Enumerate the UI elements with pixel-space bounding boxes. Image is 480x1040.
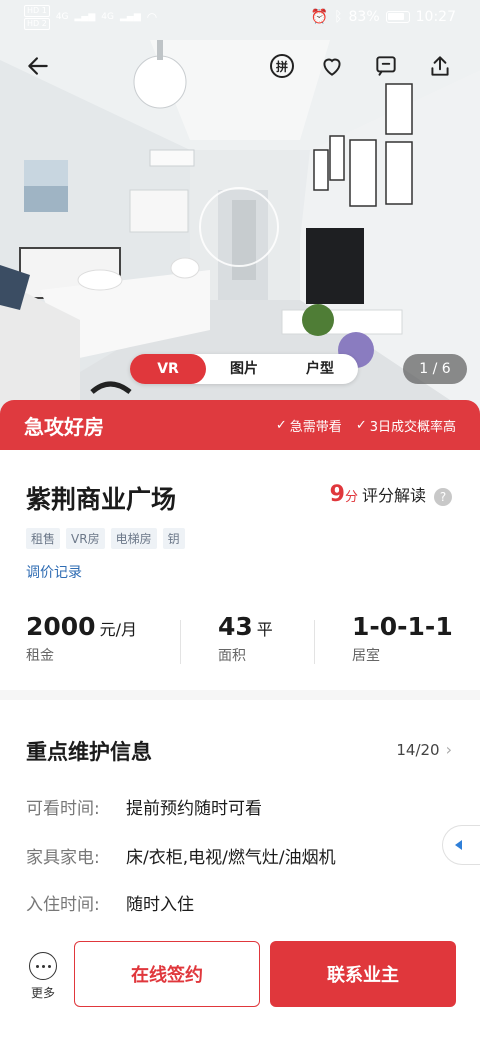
rent-label: 租金 [26, 648, 54, 664]
share-button[interactable] [420, 46, 460, 86]
clock: 10:27 [415, 9, 456, 25]
more-icon [29, 952, 57, 980]
score-interpretation[interactable]: 9 分 评分解读 ? [330, 482, 452, 507]
rent-value: 2000 [26, 612, 96, 641]
chevron-right-icon: › [445, 740, 452, 759]
layout-label: 居室 [352, 648, 380, 664]
more-button[interactable]: 更多 [24, 952, 62, 1001]
tab-vr[interactable]: VR [130, 354, 206, 384]
fact-rent: 2000 元/月 租金 [26, 612, 137, 665]
tag: 租售 [26, 528, 61, 549]
tag: VR房 [66, 528, 105, 549]
maintenance-pager[interactable]: 14/20 › [396, 740, 452, 759]
viewing-time-row: 可看时间: 提前预约随时可看 [26, 794, 262, 819]
arrow-left-icon [28, 57, 48, 75]
row-value: 床/衣柜,电视/燃气灶/油烟机 [126, 848, 336, 868]
tab-photos[interactable]: 图片 [206, 354, 282, 384]
row-value: 提前预约随时可看 [126, 799, 262, 819]
tag: 钥 [162, 528, 185, 549]
listing-tags: 租售 VR房 电梯房 钥 [26, 528, 185, 549]
media-tab-switcher: VR 图片 户型 [130, 354, 358, 384]
battery-icon [385, 11, 410, 23]
key-facts: 2000 元/月 租金 43 平 面积 1-0-1-1 居室 [0, 612, 480, 668]
sign-online-button[interactable]: 在线签约 [74, 941, 260, 1007]
area-value: 43 [218, 612, 253, 641]
furniture-row: 家具家电: 床/衣柜,电视/燃气灶/油烟机 [26, 843, 336, 868]
share-icon [431, 56, 449, 76]
side-panel-toggle[interactable] [442, 825, 480, 865]
row-key: 可看时间: [26, 799, 100, 819]
contact-owner-button[interactable]: 联系业主 [270, 941, 456, 1007]
pinyin-icon: 拼 [270, 54, 294, 78]
tag: 电梯房 [110, 528, 157, 549]
photo-counter: 1 / 6 [403, 354, 467, 384]
message-button[interactable] [366, 46, 406, 86]
rent-unit: 元/月 [99, 620, 137, 639]
score-label: 评分解读 [361, 486, 426, 505]
section-divider [0, 690, 480, 700]
listing-title: 紫荆商业广场 [26, 485, 177, 514]
urgent-title: 急攻好房 [24, 414, 104, 439]
tab-floorplan[interactable]: 户型 [282, 354, 358, 384]
listing-photo[interactable]: HD 1 HD 2 4G ▂▄▆ 4G ▂▄▆ ◠ ⏰ ᛒ 83% 10:27 … [0, 0, 480, 420]
network2-label: 4G [101, 12, 114, 22]
help-icon[interactable]: ? [434, 488, 452, 506]
score-unit: 分 [344, 490, 358, 505]
check-icon: ✓ [355, 417, 367, 433]
wifi-icon: ◠ [146, 10, 158, 24]
signal-icon: ▂▄▆ [74, 12, 96, 22]
score-value: 9 [329, 482, 345, 507]
urgent-tag-label: 3日成交概率高 [369, 419, 456, 435]
vr-view-ring-icon[interactable] [199, 187, 279, 267]
back-button[interactable] [18, 46, 58, 86]
chat-icon [376, 56, 396, 76]
alarm-icon: ⏰ [310, 9, 329, 25]
signal-icon: ▂▄▆ [119, 12, 141, 22]
bottom-action-bar: 更多 在线签约 联系业主 [0, 930, 480, 1040]
row-key: 入住时间: [26, 895, 100, 915]
price-history-link[interactable]: 调价记录 [26, 562, 82, 582]
bluetooth-icon: ᛒ [334, 9, 343, 25]
urgent-tag: ✓ 3日成交概率高 [356, 416, 456, 435]
network1-label: 4G [55, 12, 69, 22]
favorite-button[interactable] [312, 46, 352, 86]
move-in-row: 入住时间: 随时入住 [26, 890, 194, 915]
triangle-left-icon [455, 840, 462, 850]
maintenance-title: 重点维护信息 [26, 740, 152, 764]
divider [314, 620, 315, 664]
check-icon: ✓ [275, 417, 287, 433]
layout-value: 1-0-1-1 [352, 612, 453, 641]
urgent-tag-label: 急需带看 [289, 419, 342, 435]
row-key: 家具家电: [26, 848, 100, 868]
area-label: 面积 [218, 648, 246, 664]
pinyin-button[interactable]: 拼 [262, 46, 302, 86]
pager-text: 14/20 [396, 740, 440, 759]
row-value: 随时入住 [126, 895, 194, 915]
fact-layout: 1-0-1-1 居室 [352, 612, 453, 665]
heart-icon [323, 58, 341, 76]
status-bar: HD 1 HD 2 4G ▂▄▆ 4G ▂▄▆ ◠ ⏰ ᛒ 83% 10:27 [0, 0, 480, 34]
sim2-label: HD 2 [24, 17, 50, 30]
divider [180, 620, 181, 664]
battery-percent: 83% [348, 9, 380, 25]
listing-info: 紫荆商业广场 9 分 评分解读 ? 租售 VR房 电梯房 钥 调价记录 2000… [0, 450, 480, 930]
urgent-banner: 急攻好房 ✓ 急需带看 ✓ 3日成交概率高 [0, 400, 480, 450]
more-label: 更多 [30, 986, 55, 1000]
area-unit: 平 [256, 620, 273, 639]
sim1-label: HD 1 [24, 4, 50, 17]
fact-area: 43 平 面积 [218, 612, 273, 665]
urgent-tag: ✓ 急需带看 [276, 416, 342, 435]
